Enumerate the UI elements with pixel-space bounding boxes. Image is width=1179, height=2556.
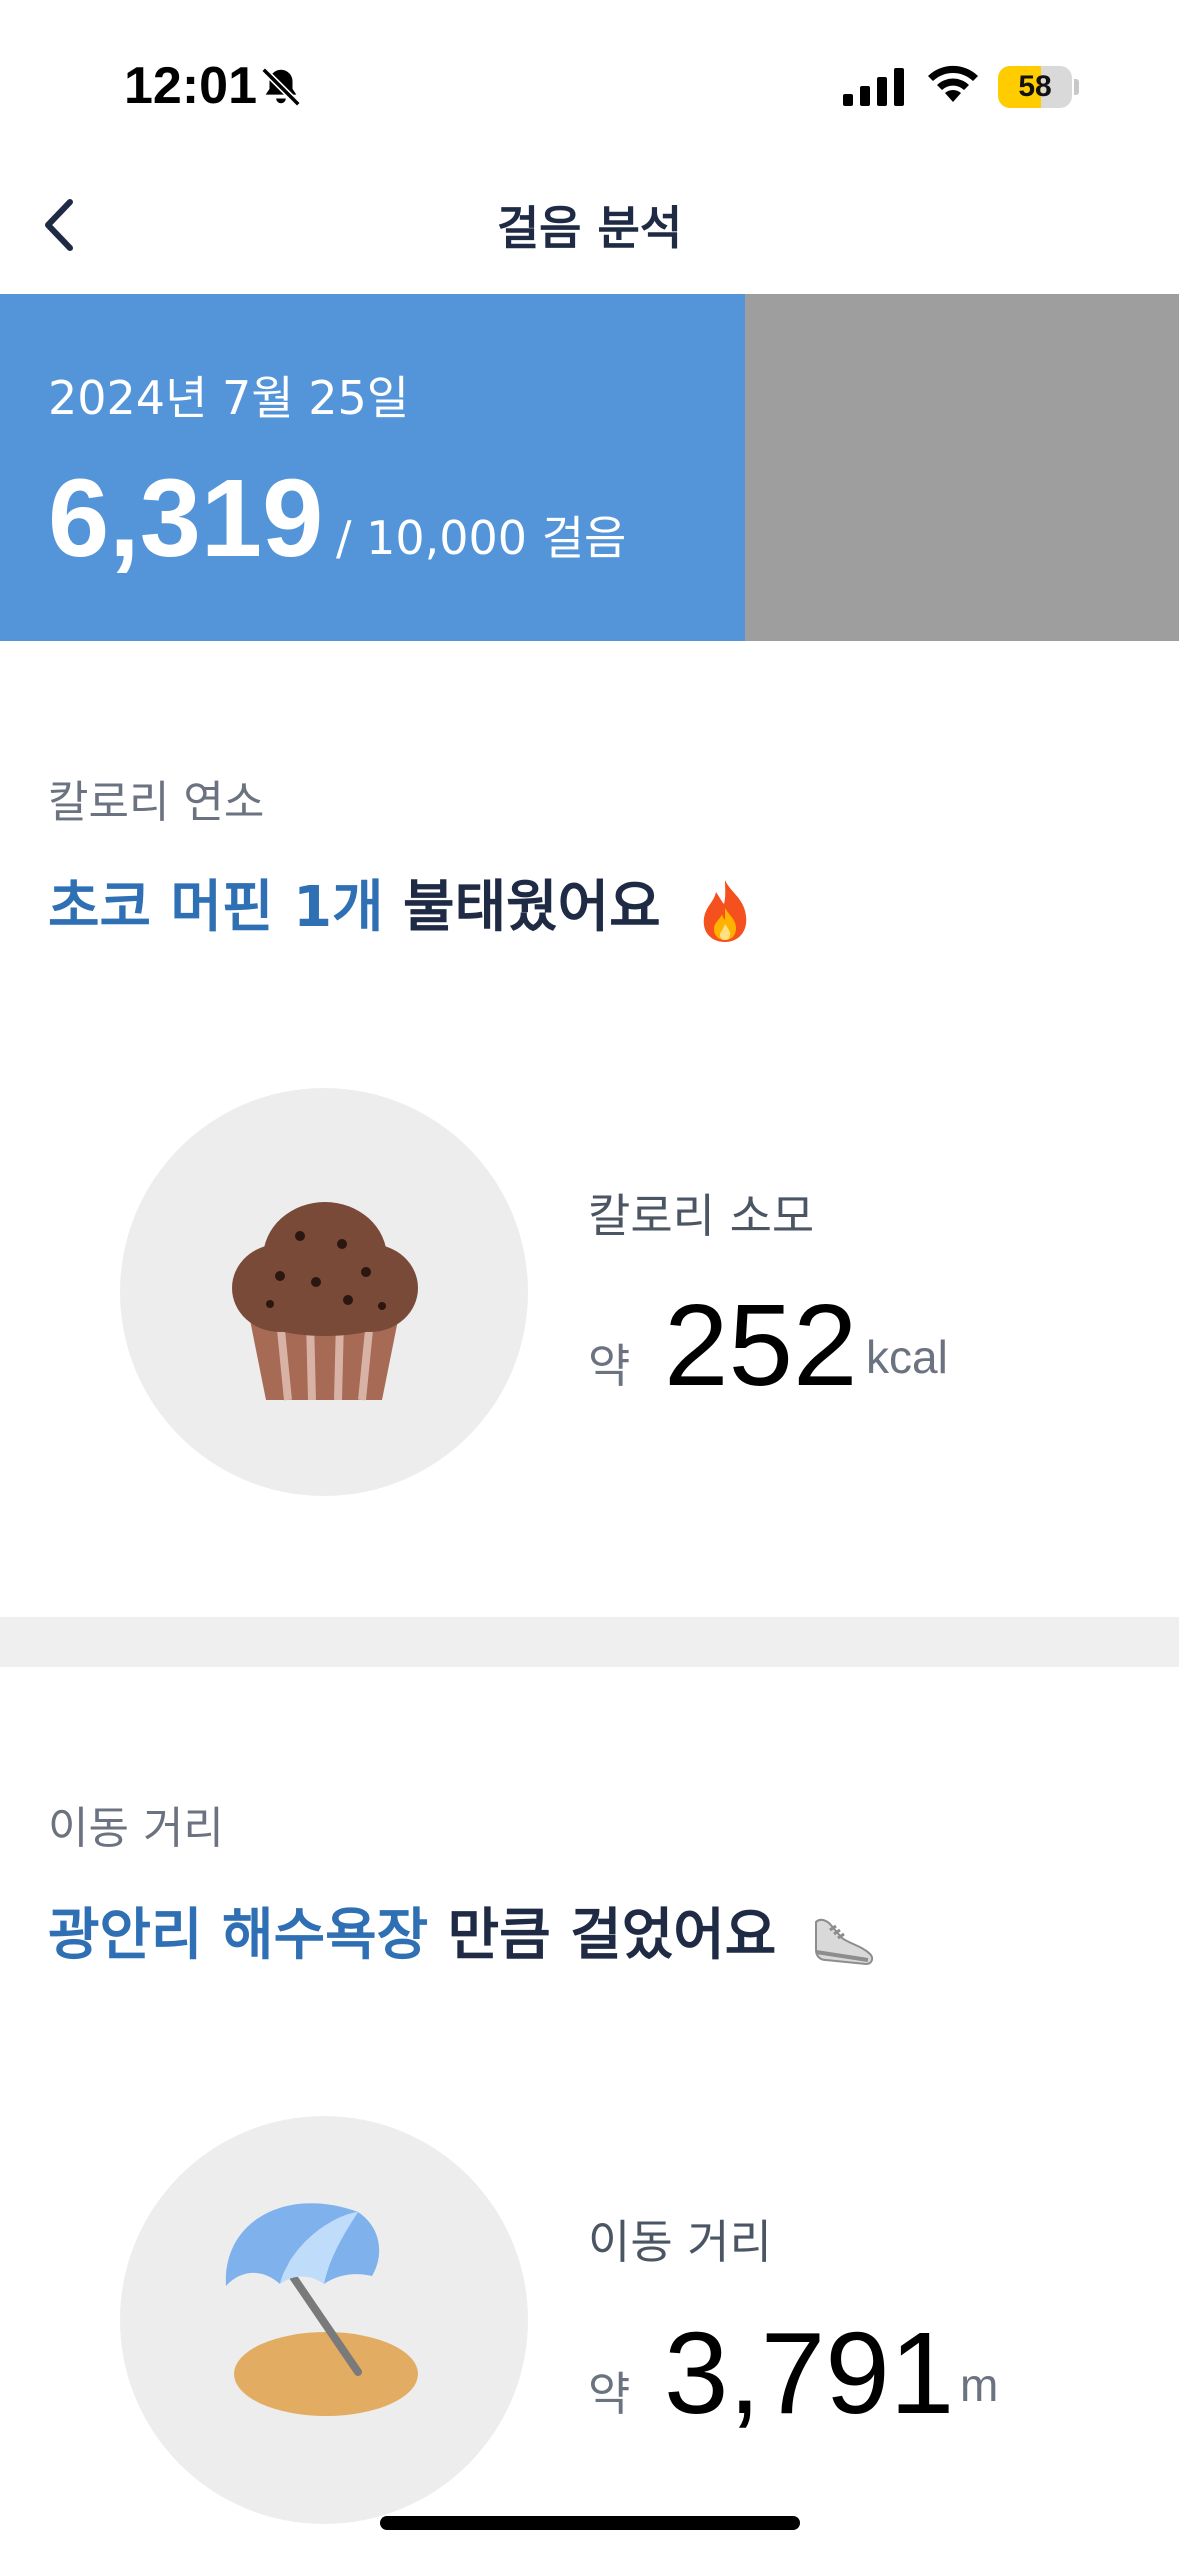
calorie-headline-rest: 불태웠어요 <box>383 875 661 940</box>
section-divider <box>0 1617 1179 1667</box>
calorie-stat-unit: kcal <box>866 1331 948 1383</box>
step-goal: / 10,000 걸음 <box>336 511 627 565</box>
battery-icon: 58 <box>998 66 1079 108</box>
beach-umbrella-icon <box>225 2203 418 2416</box>
banner-date: 2024년 7월 25일 <box>48 371 410 425</box>
distance-stat-unit: m <box>960 2359 999 2411</box>
battery-level: 58 <box>1018 70 1052 103</box>
step-count: 6,319 <box>48 457 324 580</box>
calorie-stat-label: 칼로리 소모 <box>588 1189 815 1243</box>
distance-headline: 광안리 해수욕장 만큼 걸었어요 <box>48 1890 876 1971</box>
status-time: 12:01 <box>124 57 257 115</box>
page-title: 걸음 분석 <box>496 201 683 255</box>
sneaker-icon <box>814 1918 873 1965</box>
calorie-headline: 초코 머핀 1개 불태웠어요 <box>48 862 754 944</box>
home-indicator <box>380 2516 800 2530</box>
status-bar: 12:01 58 <box>0 0 1179 160</box>
distance-headline-rest: 만큼 걸었어요 <box>428 1903 777 1968</box>
distance-stat-value: 3,791 <box>664 2308 955 2438</box>
calorie-illustration-circle <box>120 1088 528 1496</box>
distance-headline-highlight: 광안리 해수욕장 <box>48 1903 429 1968</box>
distance-stat-label: 이동 거리 <box>588 2215 772 2269</box>
distance-stat-prefix: 약 <box>588 2367 631 2421</box>
calorie-section-label: 칼로리 연소 <box>48 777 265 828</box>
calorie-headline-highlight: 초코 머핀 1개 <box>48 875 384 940</box>
cellular-signal-icon <box>843 68 904 106</box>
wifi-icon <box>928 65 978 102</box>
chocolate-muffin-icon <box>232 1202 418 1401</box>
calorie-stat-value: 252 <box>664 1280 858 1410</box>
distance-illustration-circle <box>120 2116 528 2524</box>
distance-section-label: 이동 거리 <box>48 1803 224 1854</box>
fire-icon <box>703 879 747 942</box>
calorie-stat-prefix: 약 <box>588 1339 631 1393</box>
bell-muted-icon <box>261 67 301 107</box>
